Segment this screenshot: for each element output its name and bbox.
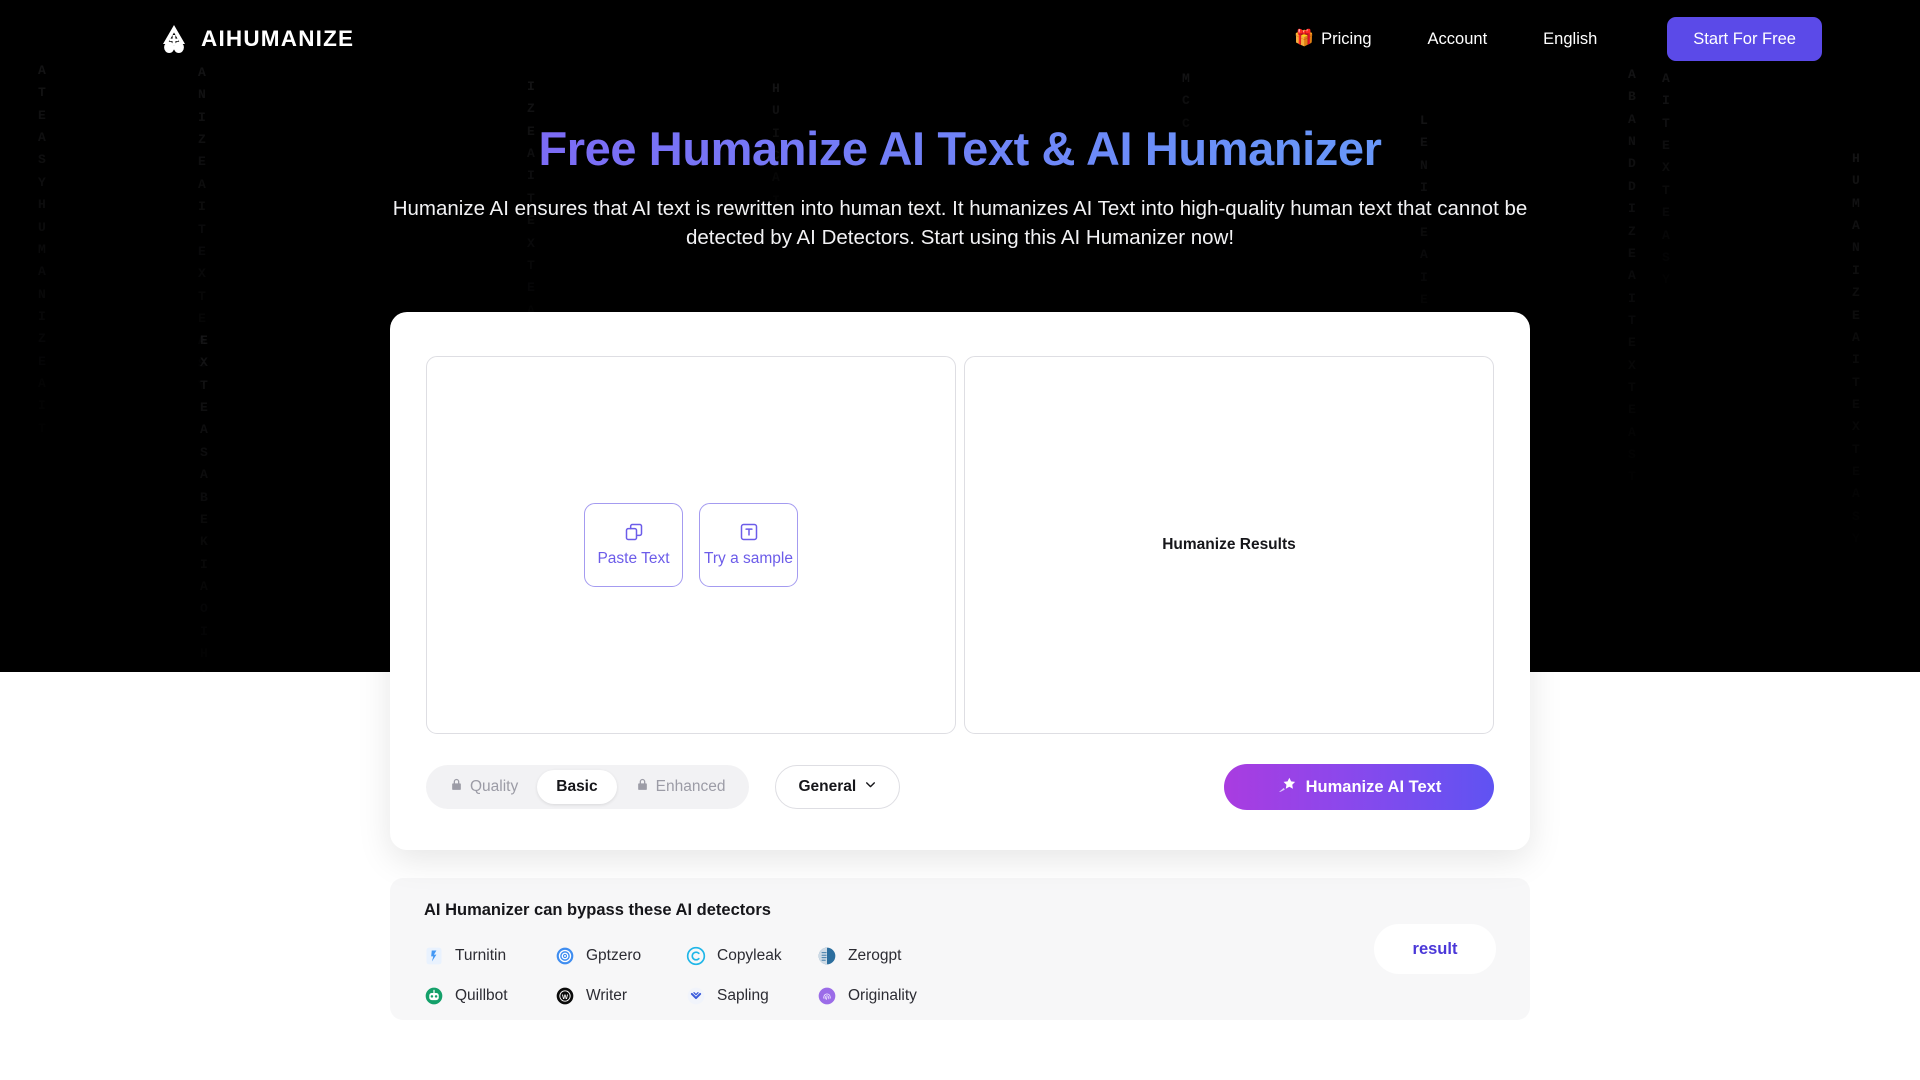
- lock-icon: [450, 777, 463, 797]
- top-navigation-bar: AIHUMANIZE 🎁 Pricing Account English Sta…: [0, 0, 1920, 78]
- input-pane-actions: Paste Text Try a sample: [584, 503, 798, 587]
- humanizer-editor-card: Paste Text Try a sample Humanize Results: [390, 312, 1530, 850]
- detector-item: W Writer: [555, 986, 686, 1006]
- text-box-icon: [739, 522, 759, 542]
- detector-item: Zerogpt: [817, 946, 948, 966]
- shooting-star-icon: [1277, 775, 1296, 799]
- humanize-ai-text-label: Humanize AI Text: [1305, 777, 1442, 796]
- gift-icon: 🎁: [1294, 30, 1315, 47]
- paste-text-label: Paste Text: [597, 550, 670, 567]
- detector-item: Sapling: [686, 986, 817, 1006]
- paste-text-button[interactable]: Paste Text: [584, 503, 683, 587]
- editor-controls: Quality Basic Enhanced General Humanize …: [426, 762, 1494, 812]
- mode-segmented-control: Quality Basic Enhanced: [426, 765, 750, 809]
- nav-item-pricing[interactable]: 🎁 Pricing: [1266, 22, 1399, 57]
- mode-option-basic-label: Basic: [556, 778, 598, 795]
- detector-label: Originality: [848, 987, 917, 1004]
- mode-option-quality-label: Quality: [470, 778, 519, 795]
- hero-subtitle: Humanize AI ensures that AI text is rewr…: [392, 197, 1528, 250]
- writing-style-dropdown[interactable]: General: [775, 765, 901, 809]
- result-pill[interactable]: result: [1374, 924, 1496, 974]
- nav-links: 🎁 Pricing Account English Start For Free: [1266, 17, 1822, 61]
- detector-label: Quillbot: [455, 987, 508, 1004]
- rain-column: EXTEASABEKIAOIHA: [200, 333, 209, 662]
- nav-item-pricing-label: Pricing: [1321, 29, 1372, 48]
- originality-icon: [817, 986, 837, 1006]
- detector-item: Originality: [817, 986, 948, 1006]
- detector-label: Zerogpt: [848, 947, 902, 964]
- copyleak-icon: [686, 946, 706, 966]
- nav-item-language[interactable]: English: [1515, 22, 1625, 57]
- input-pane[interactable]: Paste Text Try a sample: [426, 356, 956, 734]
- mode-option-quality[interactable]: Quality: [431, 770, 537, 804]
- aihumanize-logo-icon: [158, 23, 190, 55]
- brand-name: AIHUMANIZE: [201, 26, 355, 51]
- page-title: Free Humanize AI Text & AI Humanizer: [0, 120, 1920, 178]
- chevron-down-icon: [864, 778, 877, 796]
- detector-item: Copyleak: [686, 946, 817, 966]
- try-a-sample-label: Try a sample: [703, 550, 793, 567]
- output-pane[interactable]: Humanize Results: [964, 356, 1494, 734]
- start-for-free-button[interactable]: Start For Free: [1667, 17, 1822, 61]
- writer-icon: W: [555, 986, 575, 1006]
- detector-label: Gptzero: [586, 947, 642, 964]
- detector-label: Sapling: [717, 987, 769, 1004]
- detector-item: Gptzero: [555, 946, 686, 966]
- nav-item-account-label: Account: [1427, 29, 1488, 48]
- editor-panes: Paste Text Try a sample Humanize Results: [426, 356, 1494, 734]
- humanize-results-placeholder: Humanize Results: [1162, 536, 1296, 553]
- mode-option-basic[interactable]: Basic: [537, 770, 617, 804]
- detector-item: Quillbot: [424, 986, 555, 1006]
- humanize-ai-text-button[interactable]: Humanize AI Text: [1224, 764, 1494, 810]
- nav-item-language-label: English: [1543, 29, 1598, 48]
- try-a-sample-button[interactable]: Try a sample: [699, 503, 798, 587]
- copy-icon: [624, 522, 644, 542]
- mode-option-enhanced-label: Enhanced: [655, 778, 726, 795]
- turnitin-icon: [424, 946, 444, 966]
- detectors-title: AI Humanizer can bypass these AI detecto…: [424, 901, 771, 919]
- detector-label: Copyleak: [717, 947, 782, 964]
- detectors-list: Turnitin Gptzero Copyleak Zerogpt Quillbot W W…: [424, 936, 1496, 1016]
- detector-label: Writer: [586, 987, 628, 1004]
- brand-logo[interactable]: AIHUMANIZE: [158, 23, 354, 55]
- zerogpt-icon: [817, 946, 837, 966]
- sapling-icon: [686, 986, 706, 1006]
- detectors-panel: AI Humanizer can bypass these AI detecto…: [390, 878, 1530, 1020]
- writing-style-value: General: [798, 778, 857, 795]
- nav-item-account[interactable]: Account: [1400, 22, 1516, 57]
- quillbot-icon: [424, 986, 444, 1006]
- lock-icon: [636, 777, 649, 797]
- mode-option-enhanced[interactable]: Enhanced: [617, 770, 745, 804]
- svg-text:W: W: [562, 994, 568, 1001]
- detector-label: Turnitin: [455, 947, 507, 964]
- hero-copy: Free Humanize AI Text & AI Humanizer Hum…: [0, 78, 1920, 252]
- gptzero-icon: [555, 946, 575, 966]
- detector-item: Turnitin: [424, 946, 555, 966]
